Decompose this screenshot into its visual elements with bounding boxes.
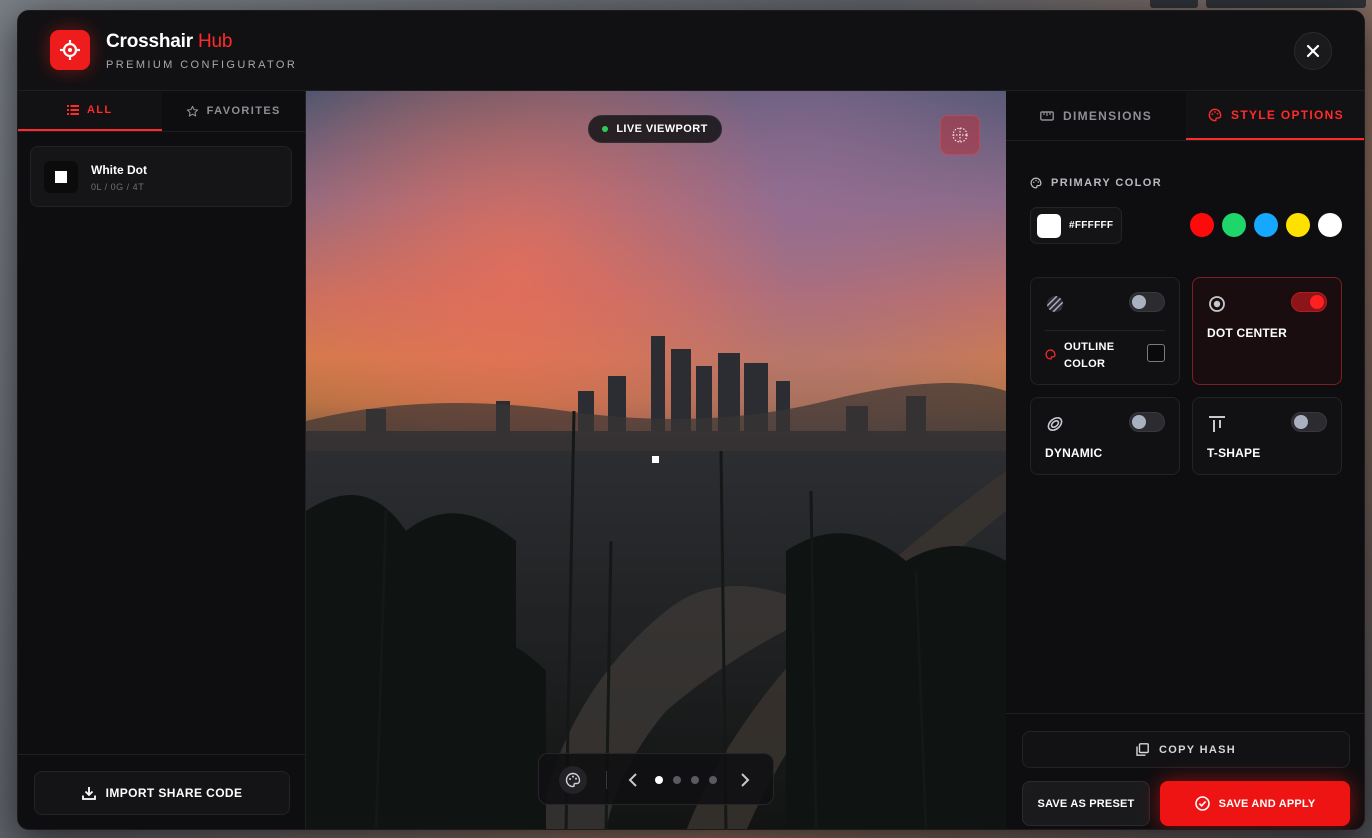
t-shape-icon (1207, 414, 1227, 434)
live-viewport-badge: LIVE VIEWPORT (588, 115, 722, 143)
page-dot-3[interactable] (691, 776, 699, 784)
close-button[interactable] (1294, 32, 1332, 70)
live-viewport-label: LIVE VIEWPORT (616, 123, 708, 135)
tab-dimensions-label: DIMENSIONS (1062, 108, 1152, 123)
crosshair-hub-modal: Crosshair Hub PREMIUM CONFIGURATOR ALL F… (17, 10, 1365, 830)
outline-color-checkbox[interactable] (1147, 344, 1165, 362)
outline-color-label-line2: COLOR (1064, 358, 1106, 370)
dynamic-card[interactable]: DYNAMIC (1030, 397, 1180, 475)
grid-icon (952, 127, 968, 143)
tab-all-label: ALL (86, 104, 113, 116)
save-and-apply-button[interactable]: SAVE AND APPLY (1160, 781, 1350, 826)
outline-toggle[interactable] (1129, 292, 1165, 312)
page-dot-2[interactable] (673, 776, 681, 784)
save-as-preset-label: SAVE AS PRESET (1037, 797, 1135, 810)
outline-divider (1045, 330, 1165, 331)
copy-hash-button[interactable]: COPY HASH (1022, 731, 1350, 768)
outline-color-label-line1: OUTLINE (1064, 341, 1115, 353)
outline-color-label: OUTLINE COLOR (1064, 339, 1114, 373)
page-dot-4[interactable] (709, 776, 717, 784)
star-icon (186, 105, 198, 117)
tab-style-options-label: STYLE OPTIONS (1231, 107, 1344, 122)
previous-background-button[interactable] (623, 768, 643, 792)
background-palette-button[interactable] (559, 766, 587, 794)
preset-item-white-dot[interactable]: White Dot 0L / 0G / 4T (30, 146, 292, 207)
viewport-controls (538, 753, 774, 805)
save-and-apply-label: SAVE AND APPLY (1218, 797, 1316, 810)
app-title: Crosshair Hub (106, 31, 232, 53)
primary-color-picker[interactable]: #FFFFFF (1030, 207, 1122, 244)
import-label: IMPORT SHARE CODE (105, 786, 243, 800)
swatch-white[interactable] (1318, 213, 1342, 237)
preset-tabs: ALL FAVORITES (18, 91, 305, 132)
outline-card: OUTLINE COLOR (1030, 277, 1180, 385)
chevron-right-icon (741, 773, 750, 787)
primary-color-heading: PRIMARY COLOR (1030, 177, 1162, 189)
dot-center-toggle[interactable] (1291, 292, 1327, 312)
check-circle-icon (1194, 796, 1210, 811)
tab-style-options[interactable]: STYLE OPTIONS (1186, 91, 1364, 140)
crosshair-preview-dot (652, 456, 659, 463)
palette-icon (565, 772, 581, 788)
preset-name: White Dot (91, 163, 147, 177)
live-status-dot (602, 126, 609, 132)
crosshair-logo-icon (50, 30, 90, 70)
dynamic-toggle[interactable] (1129, 412, 1165, 432)
list-icon (66, 105, 79, 115)
import-share-code-button[interactable]: IMPORT SHARE CODE (34, 771, 290, 815)
current-color-swatch (1037, 213, 1061, 238)
app-title-accent: Hub (198, 31, 233, 52)
chevron-left-icon (628, 773, 637, 787)
swatch-red[interactable] (1190, 213, 1214, 237)
settings-panel: DIMENSIONS STYLE OPTIONS PRIMARY COLOR #… (1006, 91, 1364, 829)
next-background-button[interactable] (735, 768, 755, 792)
preset-thumbnail (44, 161, 78, 193)
tab-favorites-label: FAVORITES (206, 105, 281, 117)
dot-center-card[interactable]: DOT CENTER (1192, 277, 1342, 385)
preset-sidebar: ALL FAVORITES White Dot 0L / 0G / 4T IMP… (18, 91, 306, 829)
palette-icon (1030, 177, 1042, 189)
hud-location-pill (1206, 0, 1366, 8)
primary-color-label: PRIMARY COLOR (1051, 177, 1163, 189)
outline-color-palette-icon (1045, 347, 1056, 365)
outline-hatch-icon (1045, 294, 1065, 314)
ruler-icon (1040, 110, 1054, 121)
download-icon (81, 787, 96, 800)
app-subtitle: PREMIUM CONFIGURATOR (106, 59, 298, 71)
t-shape-toggle[interactable] (1291, 412, 1327, 432)
app-title-main: Crosshair (106, 31, 193, 52)
close-icon (1306, 44, 1320, 58)
header: Crosshair Hub PREMIUM CONFIGURATOR (18, 11, 1364, 91)
background-pagination (655, 776, 717, 784)
tab-dimensions[interactable]: DIMENSIONS (1006, 91, 1186, 140)
live-viewport: LIVE VIEWPORT (306, 91, 1006, 829)
swatch-green[interactable] (1222, 213, 1246, 237)
swatch-yellow[interactable] (1286, 213, 1310, 237)
save-as-preset-button[interactable]: SAVE AS PRESET (1022, 781, 1150, 826)
tab-favorites[interactable]: FAVORITES (162, 91, 306, 131)
color-swatches (1190, 213, 1342, 237)
dot-center-icon (1207, 294, 1227, 314)
t-shape-label: T-SHAPE (1207, 446, 1261, 460)
settings-tabs: DIMENSIONS STYLE OPTIONS (1006, 91, 1364, 141)
actions-footer: COPY HASH SAVE AS PRESET SAVE AND APPLY (1006, 713, 1364, 829)
grid-toggle-button[interactable] (940, 115, 980, 155)
swatch-blue[interactable] (1254, 213, 1278, 237)
palette-icon (1208, 108, 1222, 121)
dynamic-icon (1045, 414, 1065, 434)
controls-divider (606, 771, 607, 789)
background-game-hud (1142, 0, 1372, 10)
page-dot-1[interactable] (655, 776, 663, 784)
dot-center-label: DOT CENTER (1207, 326, 1287, 340)
hex-value: #FFFFFF (1069, 220, 1114, 231)
t-shape-card[interactable]: T-SHAPE (1192, 397, 1342, 475)
preset-meta: 0L / 0G / 4T (91, 182, 145, 192)
copy-icon (1136, 743, 1149, 756)
sidebar-footer: IMPORT SHARE CODE (18, 754, 305, 829)
dynamic-label: DYNAMIC (1045, 446, 1103, 460)
tab-all[interactable]: ALL (18, 91, 162, 131)
hud-pill (1150, 0, 1198, 8)
copy-hash-label: COPY HASH (1159, 743, 1236, 756)
